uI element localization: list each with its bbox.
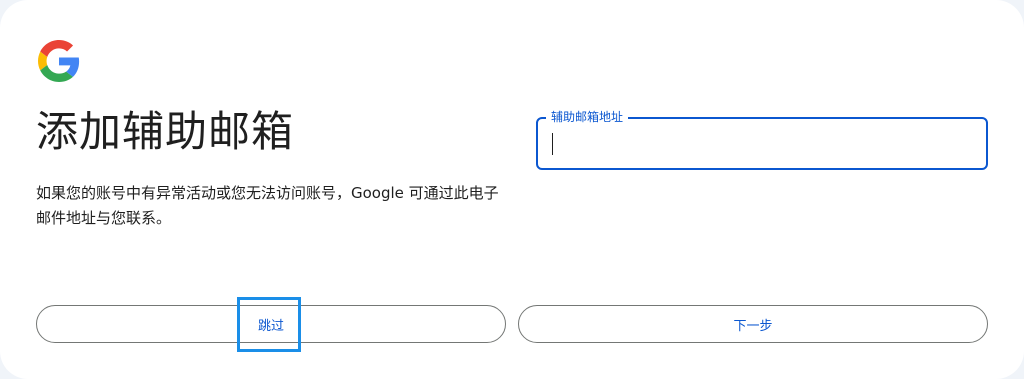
skip-button-label: 跳过 (257, 318, 284, 334)
next-button[interactable]: 下一步 (518, 305, 988, 343)
next-button-label: 下一步 (733, 318, 773, 334)
recovery-email-field[interactable]: 辅助邮箱地址 (536, 109, 988, 170)
google-logo-icon (38, 40, 80, 82)
skip-button[interactable]: 跳过 (36, 305, 506, 343)
recovery-email-input[interactable] (552, 130, 972, 158)
page-description: 如果您的账号中有异常活动或您无法访问账号，Google 可通过此电子邮件地址与您… (36, 184, 499, 227)
text-cursor (552, 133, 553, 155)
page-title: 添加辅助邮箱 (36, 107, 295, 156)
recovery-email-card: 添加辅助邮箱 如果您的账号中有异常活动或您无法访问账号，Google 可通过此电… (0, 0, 1024, 379)
recovery-email-label: 辅助邮箱地址 (546, 109, 629, 125)
